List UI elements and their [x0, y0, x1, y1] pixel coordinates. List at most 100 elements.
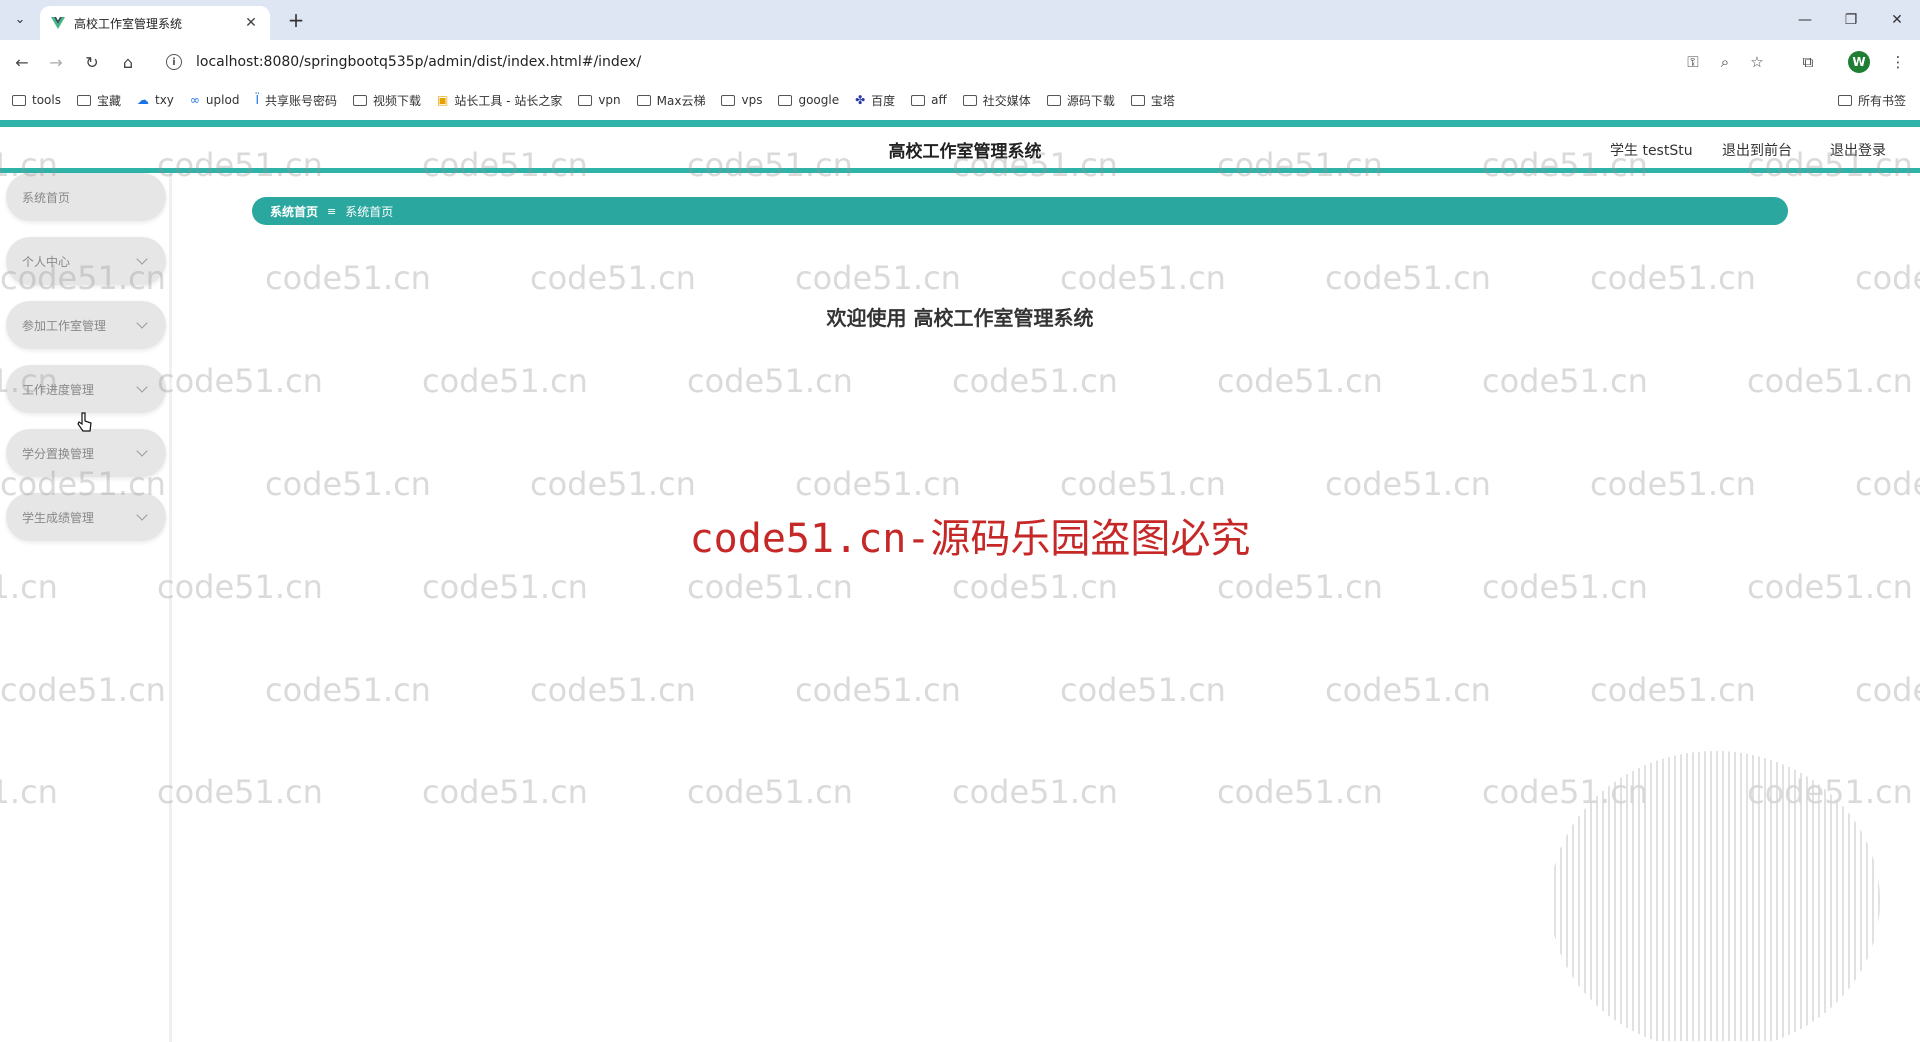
chevron-down-icon [136, 381, 148, 393]
paw-icon: ✤ [855, 93, 866, 107]
browser-tabstrip: ⌄ 高校工作室管理系统 ✕ + — ❐ ✕ [0, 0, 1920, 40]
bookmark-star-icon[interactable]: ☆ [1745, 50, 1769, 74]
tab-close-icon[interactable]: ✕ [242, 15, 260, 31]
folder-icon [721, 94, 736, 106]
tab-search-icon[interactable]: ⌄ [8, 7, 32, 31]
browser-menu-icon[interactable]: ⋮ [1886, 50, 1910, 74]
watermark-text: code51.cn [1060, 465, 1226, 503]
logout-link[interactable]: 退出登录 [1830, 140, 1886, 160]
sidebar-item-label: 学分置换管理 [22, 446, 95, 461]
link-icon: ∞ [189, 93, 200, 107]
folder-icon [1046, 94, 1061, 106]
watermark-text: code51.cn [1590, 671, 1756, 709]
address-bar[interactable]: i localhost:8080/springbootq535p/admin/d… [160, 46, 1700, 78]
bookmark-item[interactable]: 宝藏 [76, 92, 121, 109]
header-accent-stripe [0, 168, 1920, 173]
all-bookmarks[interactable]: 所有书签 [1837, 92, 1906, 109]
watermark-text: code51.cn [1060, 671, 1226, 709]
restore-icon[interactable]: ❐ [1836, 8, 1866, 32]
sidebar-item-join-studio[interactable]: 参加工作室管理 [6, 301, 166, 349]
extensions-icon[interactable]: ⧉ [1796, 50, 1820, 74]
bookmark-item[interactable]: vps [721, 93, 762, 107]
watermark-text: code51.cn [1482, 568, 1648, 606]
bookmark-item[interactable]: 源码下载 [1046, 92, 1115, 109]
watermark-text: code51.cn [530, 259, 696, 297]
watermark-text: code51.cn [1217, 773, 1383, 811]
new-tab-icon[interactable]: + [282, 6, 310, 34]
watermark-text: code51.cn [1747, 568, 1913, 606]
bookmark-item[interactable]: ☁ txy [137, 93, 174, 107]
folder-icon [1130, 94, 1145, 106]
folder-icon [1837, 95, 1852, 106]
url-text[interactable]: localhost:8080/springbootq535p/admin/dis… [196, 54, 641, 70]
bookmark-item[interactable]: Ϊ 共享账号密码 [255, 92, 337, 109]
watermark-text: code51.cn [265, 465, 431, 503]
bookmark-item[interactable]: 社交媒体 [962, 92, 1031, 109]
bookmark-item[interactable]: ▣ 站长工具 - 站长之家 [437, 92, 562, 109]
folder-icon [962, 94, 977, 106]
sidebar-item-label: 个人中心 [22, 254, 71, 269]
watermark-text: code51.cn [265, 259, 431, 297]
sidebar-item-work-progress[interactable]: 工作进度管理 [6, 365, 166, 413]
bookmark-item[interactable]: aff [911, 93, 947, 107]
site-info-icon[interactable]: i [166, 54, 182, 70]
back-icon[interactable]: ← [10, 50, 34, 74]
watermark-text: code51.cn [422, 362, 588, 400]
watermark-text: code51.cn [952, 362, 1118, 400]
sidebar-item-label: 参加工作室管理 [22, 318, 107, 333]
vue-favicon-icon [51, 17, 65, 29]
watermark-text: code51.cn [1855, 465, 1920, 503]
sidebar-item-personal-center[interactable]: 个人中心 [6, 237, 166, 285]
minimize-icon[interactable]: — [1790, 8, 1820, 32]
bookmark-item[interactable]: google [778, 93, 839, 107]
reload-icon[interactable]: ↻ [80, 50, 104, 74]
bookmark-item[interactable]: ∞ uplod [190, 93, 240, 107]
tab-title: 高校工作室管理系统 [74, 16, 183, 31]
decorative-stripe-circle [1554, 751, 1880, 1041]
breadcrumb-separator-icon: ≡ [327, 204, 337, 218]
close-window-icon[interactable]: ✕ [1882, 8, 1912, 32]
watermark-text: code51.cn [795, 465, 961, 503]
app-root: 高校工作室管理系统 学生 testStu 退出到前台 退出登录 系统首页 个人中… [0, 116, 1920, 1042]
watermark-text: code51.cn [1747, 362, 1913, 400]
watermark-text: code51.cn [687, 568, 853, 606]
bookmark-item[interactable]: vpn [578, 93, 621, 107]
chevron-down-icon [136, 253, 148, 265]
bookmark-item[interactable]: 视频下载 [353, 92, 421, 109]
chevron-down-icon [136, 445, 148, 457]
watermark-text: code51.cn [422, 773, 588, 811]
watermark-text: code51.cn [157, 773, 323, 811]
sidebar-item-label: 系统首页 [22, 190, 71, 205]
watermark-text: code51.cn [795, 671, 961, 709]
watermark-text: code51.cn [952, 568, 1118, 606]
back-to-front-link[interactable]: 退出到前台 [1722, 140, 1792, 160]
forward-icon[interactable]: → [44, 50, 68, 74]
bookmark-item[interactable]: tools [12, 93, 61, 107]
watermark-text: code51.cn [1855, 259, 1920, 297]
browser-tab[interactable]: 高校工作室管理系统 ✕ [40, 6, 270, 40]
watermark-text: code51.cn [1217, 362, 1383, 400]
password-key-icon[interactable]: ⚿ [1681, 50, 1705, 74]
home-icon[interactable]: ⌂ [116, 50, 140, 74]
profile-avatar[interactable]: W [1848, 51, 1870, 73]
sidebar-item-credit-exchange[interactable]: 学分置换管理 [6, 429, 166, 477]
bookmarks-bar: tools 宝藏 ☁ txy ∞ uplod Ϊ 共享账号密码 视频下载 ▣ 站长工具 … [0, 84, 1920, 116]
bookmark-item[interactable]: 宝塔 [1130, 92, 1175, 109]
welcome-heading: 欢迎使用 高校工作室管理系统 [826, 306, 1094, 330]
watermark-text: code51.cn [530, 465, 696, 503]
sidebar-item-home[interactable]: 系统首页 [6, 173, 166, 221]
folder-icon [778, 94, 793, 106]
breadcrumb-root[interactable]: 系统首页 [270, 203, 318, 220]
watermark-text: code51.cn [1325, 259, 1491, 297]
bookmark-item[interactable]: Max云梯 [636, 92, 705, 109]
watermark-text: code51.cn [1855, 671, 1920, 709]
zoom-icon[interactable]: ⌕ [1713, 50, 1737, 74]
bookmark-item[interactable]: ✤ 百度 [855, 92, 895, 109]
site-favicon-icon: ▣ [437, 93, 449, 107]
watermark-text: code51.cn [952, 773, 1118, 811]
chevron-down-icon [136, 317, 148, 329]
watermark-text: code51.cn [1060, 259, 1226, 297]
current-user: 学生 testStu [1610, 143, 1693, 159]
watermark-text: code51.cn [157, 362, 323, 400]
folder-icon [636, 94, 651, 106]
